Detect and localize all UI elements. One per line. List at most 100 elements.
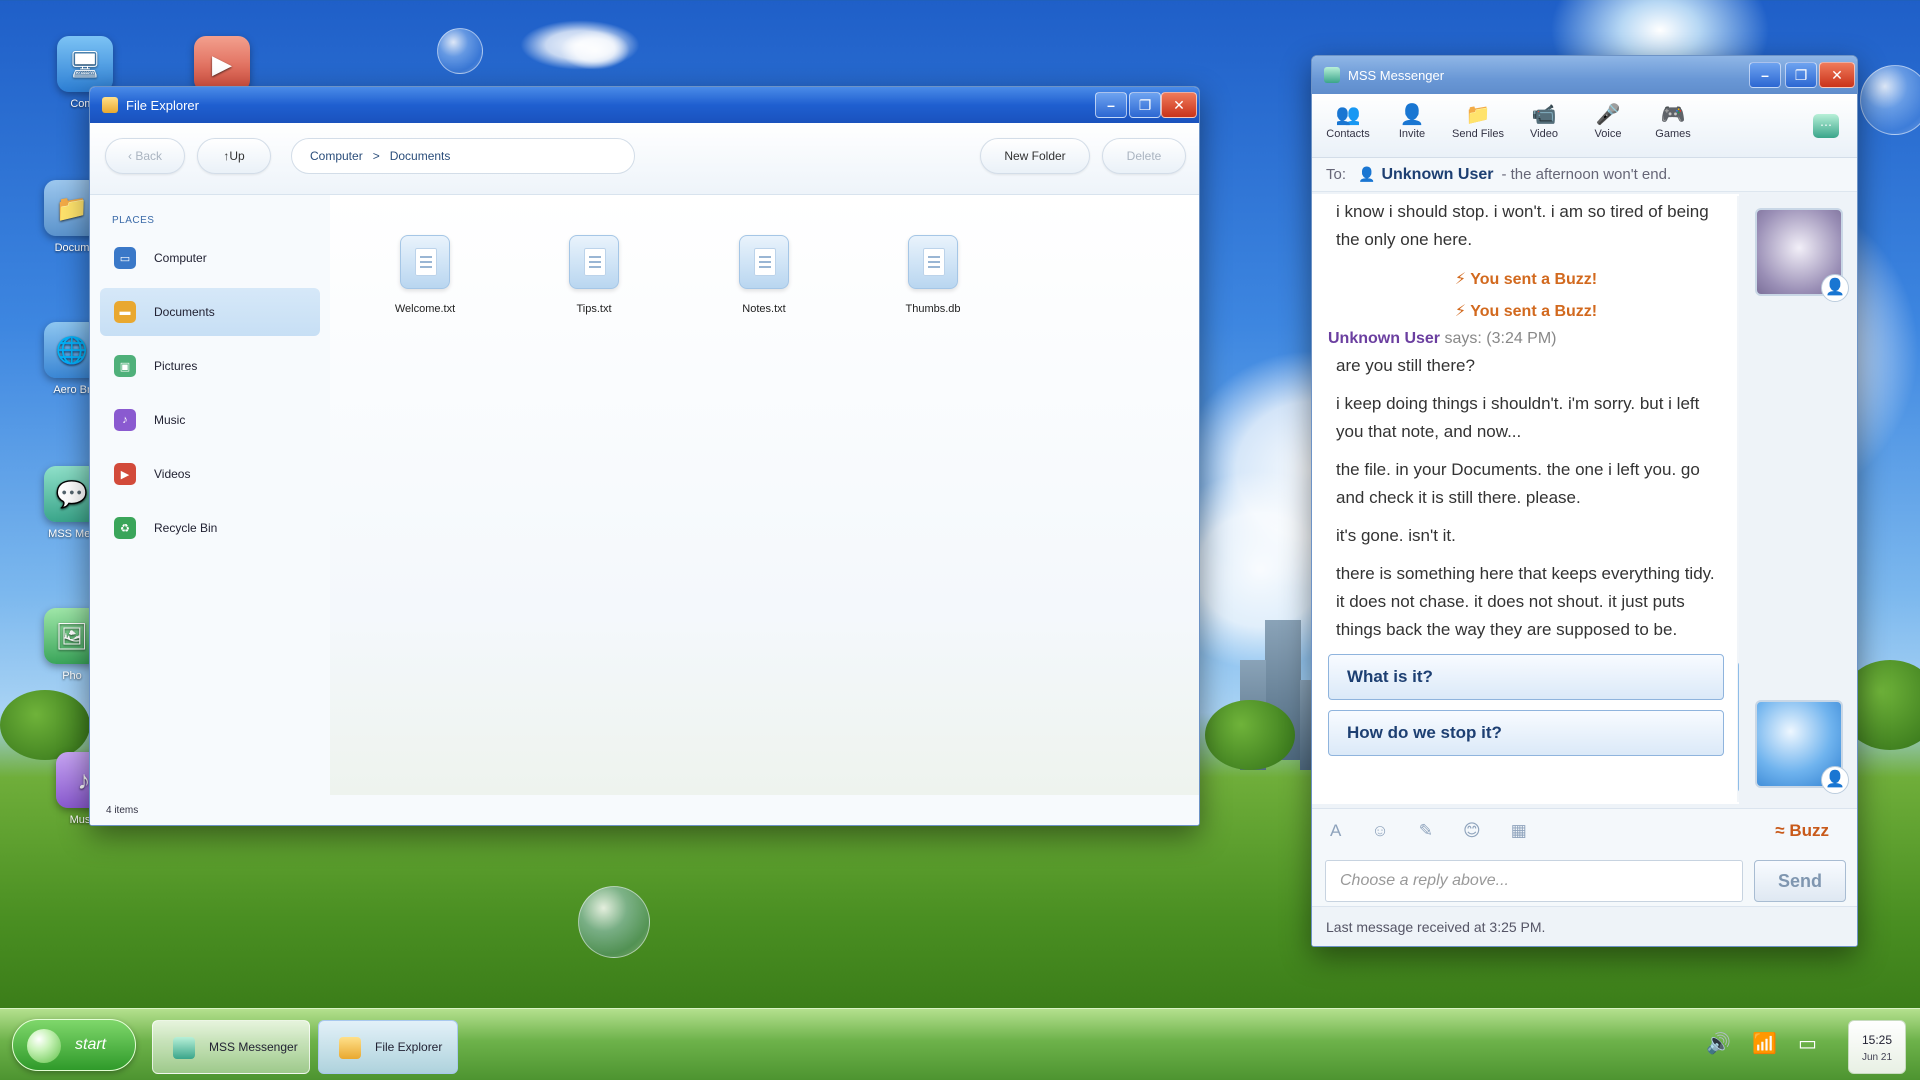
taskbar-item-file-explorer[interactable]: File Explorer bbox=[318, 1020, 458, 1074]
file-name: Welcome.txt bbox=[394, 303, 456, 315]
sidebar-item-videos[interactable]: ▶ Videos bbox=[100, 450, 320, 498]
chat-menu-icon[interactable]: ⋯ bbox=[1813, 114, 1839, 138]
media-player-icon: ▶ bbox=[194, 36, 250, 92]
microphone-icon: 🎤 bbox=[1595, 104, 1621, 126]
folder-icon: ▬ bbox=[114, 301, 136, 323]
places-sidebar: PLACES ▭ Computer ▬ Documents ▣ Pictures… bbox=[90, 195, 330, 825]
file-item[interactable]: Tips.txt bbox=[534, 235, 654, 315]
text-file-icon bbox=[400, 235, 450, 289]
computer-icon: 🖥 bbox=[57, 36, 113, 92]
breadcrumb[interactable]: Computer > Documents bbox=[291, 138, 635, 174]
my-avatar[interactable]: 👤 bbox=[1755, 700, 1849, 794]
start-button[interactable]: start bbox=[12, 1019, 136, 1071]
chat-message: i keep doing things i shouldn't. i'm sor… bbox=[1336, 394, 1700, 441]
file-explorer-titlebar[interactable]: File Explorer – ❐ ✕ bbox=[90, 87, 1199, 123]
chat-message: it's gone. isn't it. bbox=[1336, 526, 1456, 545]
bubble bbox=[1860, 65, 1920, 135]
invite-button[interactable]: 👤 Invite bbox=[1384, 102, 1440, 140]
file-item[interactable]: Notes.txt bbox=[704, 235, 824, 315]
sidebar-item-documents[interactable]: ▬ Documents bbox=[100, 288, 320, 336]
sidebar-item-music[interactable]: ♪ Music bbox=[100, 396, 320, 444]
toolbar-label: Video bbox=[1530, 128, 1558, 140]
file-name: Thumbs.db bbox=[905, 303, 961, 315]
delete-button[interactable]: Delete bbox=[1102, 138, 1186, 174]
up-button[interactable]: ↑Up bbox=[197, 138, 271, 174]
breadcrumb-separator: > bbox=[372, 149, 380, 163]
toolbar-label: Contacts bbox=[1326, 128, 1370, 140]
send-files-button[interactable]: 📁 Send Files bbox=[1450, 102, 1506, 140]
messenger-titlebar[interactable]: MSS Messenger – ❐ ✕ bbox=[1312, 56, 1857, 94]
user-icon: 👤 bbox=[1821, 766, 1849, 794]
lightning-icon: ⚡ bbox=[1454, 303, 1471, 320]
games-button[interactable]: 🎮 Games bbox=[1645, 102, 1701, 140]
buzz-button[interactable]: ≈ Buzz bbox=[1775, 821, 1829, 841]
chat-message: are you still there? bbox=[1336, 356, 1475, 375]
recycle-bin-icon: ♻ bbox=[114, 517, 136, 539]
taskbar-item-messenger[interactable]: MSS Messenger bbox=[152, 1020, 310, 1074]
wink-icon[interactable]: 😊 bbox=[1463, 821, 1481, 841]
close-button[interactable]: ✕ bbox=[1819, 62, 1855, 88]
new-folder-button[interactable]: New Folder bbox=[980, 138, 1090, 174]
message-input[interactable]: Choose a reply above... bbox=[1325, 860, 1743, 902]
clock[interactable]: 15:25 Jun 21 bbox=[1848, 1020, 1906, 1074]
desktop-icon-label: Docum bbox=[54, 242, 90, 254]
back-button[interactable]: ‹ Back bbox=[105, 138, 185, 174]
pictures-icon: ▣ bbox=[114, 355, 136, 377]
chat-message: there is something here that keeps every… bbox=[1336, 564, 1715, 639]
contact-name[interactable]: Unknown User bbox=[1381, 166, 1493, 184]
clock-time: 15:25 bbox=[1861, 1033, 1893, 1047]
reply-option-what-is-it[interactable]: What is it? bbox=[1328, 654, 1724, 700]
buzz-text: You sent a Buzz! bbox=[1470, 303, 1598, 320]
invite-icon: 👤 bbox=[1399, 104, 1425, 126]
volume-icon[interactable]: 🔊 bbox=[1706, 1031, 1731, 1056]
close-button[interactable]: ✕ bbox=[1161, 92, 1197, 118]
taskbar-item-label: File Explorer bbox=[375, 1040, 443, 1054]
minimize-button[interactable]: – bbox=[1095, 92, 1127, 118]
emoticon-icon[interactable]: ☺ bbox=[1371, 821, 1388, 841]
file-item[interactable]: Thumbs.db bbox=[873, 235, 993, 315]
maximize-button[interactable]: ❐ bbox=[1785, 62, 1817, 88]
computer-icon: ▭ bbox=[114, 247, 136, 269]
file-item[interactable]: Welcome.txt bbox=[365, 235, 485, 315]
background-icon[interactable]: ▦ bbox=[1511, 821, 1527, 841]
buzz-text: You sent a Buzz! bbox=[1470, 271, 1598, 288]
conversation-pane: i know i should stop. i won't. i am so t… bbox=[1312, 194, 1740, 804]
start-orb-icon bbox=[27, 1029, 61, 1063]
pen-icon[interactable]: ✎ bbox=[1419, 821, 1433, 841]
text-file-icon bbox=[739, 235, 789, 289]
format-bar: A ☺ ✎ 😊 ▦ ≈ Buzz bbox=[1312, 808, 1857, 852]
message-header: Unknown User says: (3:24 PM) bbox=[1328, 330, 1724, 348]
contacts-button[interactable]: 👥 Contacts bbox=[1320, 102, 1376, 140]
file-explorer-window: File Explorer – ❐ ✕ ‹ Back ↑Up Computer … bbox=[89, 86, 1200, 826]
contact-status-icon: 👤 bbox=[1358, 166, 1376, 182]
wifi-icon[interactable]: 📶 bbox=[1752, 1031, 1777, 1056]
bubble bbox=[437, 28, 483, 74]
folder-icon bbox=[339, 1037, 361, 1059]
battery-icon[interactable]: ▭ bbox=[1798, 1031, 1817, 1056]
contact-avatar[interactable]: 👤 bbox=[1755, 208, 1849, 302]
reply-option-how-do-we-stop-it[interactable]: How do we stop it? bbox=[1328, 710, 1724, 756]
breadcrumb-computer[interactable]: Computer bbox=[310, 149, 363, 163]
breadcrumb-documents[interactable]: Documents bbox=[390, 149, 451, 163]
folder-icon: 📁 bbox=[1465, 104, 1491, 126]
voice-button[interactable]: 🎤 Voice bbox=[1580, 102, 1636, 140]
sidebar-item-recycle-bin[interactable]: ♻ Recycle Bin bbox=[100, 504, 320, 552]
messenger-toolbar: 👥 Contacts 👤 Invite 📁 Send Files 📹 Video… bbox=[1312, 94, 1857, 158]
bubble bbox=[578, 886, 650, 958]
send-button[interactable]: Send bbox=[1754, 860, 1846, 902]
video-button[interactable]: 📹 Video bbox=[1516, 102, 1572, 140]
window-title: MSS Messenger bbox=[1348, 67, 1445, 83]
contacts-icon: 👥 bbox=[1335, 104, 1361, 126]
sidebar-item-pictures[interactable]: ▣ Pictures bbox=[100, 342, 320, 390]
messenger-window: MSS Messenger – ❐ ✕ 👥 Contacts 👤 Invite … bbox=[1311, 55, 1858, 947]
window-title: File Explorer bbox=[126, 97, 199, 113]
maximize-button[interactable]: ❐ bbox=[1129, 92, 1161, 118]
minimize-button[interactable]: – bbox=[1749, 62, 1781, 88]
message-time: (3:24 PM) bbox=[1486, 330, 1557, 347]
font-icon[interactable]: A bbox=[1330, 821, 1341, 841]
sidebar-item-computer[interactable]: ▭ Computer bbox=[100, 234, 320, 282]
contact-status-message: - the afternoon won't end. bbox=[1501, 166, 1672, 183]
sidebar-item-label: Music bbox=[154, 413, 186, 427]
music-icon: ♪ bbox=[114, 409, 136, 431]
sidebar-item-label: Pictures bbox=[154, 359, 198, 373]
